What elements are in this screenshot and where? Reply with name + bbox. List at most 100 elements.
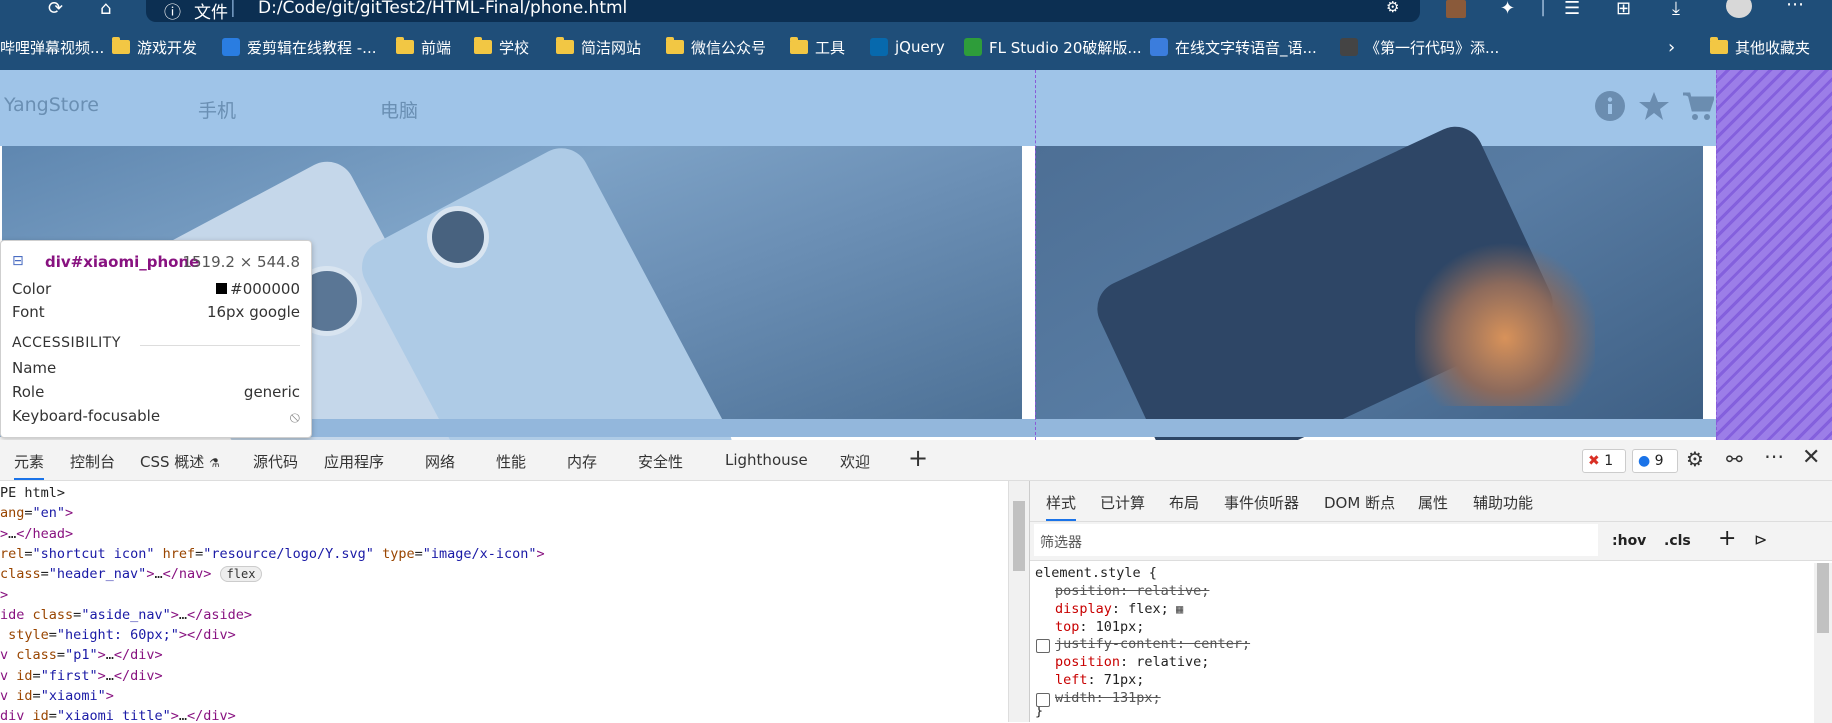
- close-devtools-icon[interactable]: ✕: [1802, 445, 1820, 470]
- css-property: position: [1055, 654, 1121, 671]
- hov-toggle[interactable]: :hov: [1612, 533, 1646, 549]
- flex-editor-icon[interactable]: ▦: [1169, 602, 1183, 616]
- bookmark-label: 《第一行代码》添...: [1365, 38, 1500, 57]
- css-declaration[interactable]: left: 71px;: [1055, 672, 1144, 688]
- filter-input[interactable]: 筛选器: [1034, 524, 1598, 556]
- bookmark-label: 学校: [499, 38, 530, 57]
- folder-icon: [556, 37, 574, 54]
- message-count-badge[interactable]: ● 9: [1632, 449, 1678, 473]
- new-rule-icon[interactable]: +: [1718, 526, 1736, 551]
- tab-welcome[interactable]: 欢迎: [840, 451, 870, 472]
- css-value: : relative;: [1120, 583, 1210, 599]
- other-bookmarks[interactable]: 其他收藏夹: [1710, 36, 1810, 58]
- bookmark-item[interactable]: FL Studio 20破解版...: [964, 36, 1142, 58]
- bookmark-item[interactable]: 工具: [790, 36, 845, 58]
- tab-console[interactable]: 控制台: [70, 451, 115, 472]
- info-icon[interactable]: ⓘ: [164, 0, 181, 23]
- info-icon[interactable]: [1594, 90, 1626, 122]
- rule-checkbox[interactable]: [1036, 639, 1050, 654]
- tab-properties[interactable]: 属性: [1418, 492, 1448, 513]
- nav-item-phone[interactable]: 手机: [198, 96, 236, 123]
- error-count-badge[interactable]: ✖ 1: [1582, 449, 1626, 473]
- tab-network[interactable]: 网络: [425, 451, 455, 472]
- rule-checkbox[interactable]: [1036, 692, 1050, 707]
- address-url[interactable]: D:/Code/git/gitTest2/HTML-Final/phone.ht…: [258, 0, 627, 18]
- tab-security[interactable]: 安全性: [638, 451, 683, 472]
- dom-node-line[interactable]: ide class="aside_nav">…</aside>: [0, 607, 252, 627]
- css-declaration[interactable]: width: 131px;: [1055, 690, 1161, 706]
- cart-icon[interactable]: [1682, 90, 1716, 122]
- dom-node-line[interactable]: >: [0, 587, 8, 607]
- tab-layout[interactable]: 布局: [1169, 492, 1199, 513]
- bookmark-item[interactable]: 微信公众号: [666, 36, 766, 58]
- nav-item-computer[interactable]: 电脑: [380, 96, 418, 123]
- brand-logo[interactable]: YangStore: [4, 94, 99, 116]
- tab-computed[interactable]: 已计算: [1100, 492, 1145, 513]
- bookmark-item[interactable]: 前端: [396, 36, 451, 58]
- dom-node-line[interactable]: >…</head>: [0, 526, 73, 546]
- bookmark-item[interactable]: 简洁网站: [556, 36, 641, 58]
- tab-css-overview[interactable]: CSS 概述 ⚗: [140, 451, 220, 472]
- folder-icon: [666, 37, 684, 54]
- more-icon[interactable]: ⋯: [1786, 0, 1804, 14]
- profile-avatar-icon[interactable]: [1726, 0, 1752, 18]
- bookmark-item[interactable]: 哔哩弹幕视频...: [0, 36, 104, 58]
- styles-scrollbar[interactable]: [1814, 563, 1832, 723]
- tab-event-listeners[interactable]: 事件侦听器: [1224, 492, 1299, 513]
- css-declaration[interactable]: position: relative;: [1055, 583, 1209, 599]
- tab-sources[interactable]: 源代码: [253, 451, 298, 472]
- dom-node-line[interactable]: style="height: 60px;"></div>: [0, 627, 236, 647]
- dom-node-line[interactable]: v class="p1">…</div>: [0, 647, 163, 667]
- dom-node-line[interactable]: class="header_nav">…</nav> flex: [0, 566, 263, 586]
- tab-application[interactable]: 应用程序: [324, 451, 384, 472]
- bookmark-item[interactable]: 学校: [474, 36, 529, 58]
- tab-styles[interactable]: 样式: [1046, 492, 1077, 521]
- more-options-icon[interactable]: ⋯: [1764, 444, 1784, 468]
- star-icon[interactable]: [1638, 90, 1670, 122]
- css-declaration[interactable]: position: relative;: [1055, 654, 1209, 670]
- toggle-sidebar-icon[interactable]: ⊳: [1754, 530, 1767, 549]
- tab-dom-breakpoints[interactable]: DOM 断点: [1324, 492, 1395, 513]
- tab-accessibility[interactable]: 辅助功能: [1473, 492, 1533, 513]
- dom-node-line[interactable]: v id="first">…</div>: [0, 668, 163, 688]
- tab-elements[interactable]: 元素: [14, 451, 45, 480]
- elements-scrollbar[interactable]: [1008, 481, 1029, 722]
- site-settings-icon[interactable]: ⚙: [1386, 0, 1399, 16]
- dom-node-line[interactable]: PE html>: [0, 485, 65, 505]
- bookmark-item[interactable]: jQuery: [870, 36, 945, 58]
- bookmark-item[interactable]: 游戏开发: [112, 36, 197, 58]
- extension-avatar-icon[interactable]: [1446, 0, 1466, 18]
- cls-toggle[interactable]: .cls: [1664, 533, 1691, 549]
- settings-gear-icon[interactable]: ⚙: [1686, 447, 1704, 471]
- bookmarks-overflow-icon[interactable]: ›: [1668, 36, 1675, 58]
- downloads-icon[interactable]: ⤓: [1672, 0, 1680, 18]
- refresh-icon[interactable]: ⟳: [48, 0, 63, 18]
- dom-node-line[interactable]: ang="en">: [0, 505, 73, 525]
- tab-performance[interactable]: 性能: [496, 451, 526, 472]
- tab-lighthouse[interactable]: Lighthouse: [725, 451, 808, 469]
- address-bar[interactable]: ⓘ 文件 | D:/Code/git/gitTest2/HTML-Final/p…: [146, 0, 1420, 23]
- add-tab-icon[interactable]: +: [908, 444, 928, 472]
- bookmark-item[interactable]: 《第一行代码》添...: [1340, 36, 1499, 58]
- css-declaration[interactable]: top: 101px;: [1055, 619, 1144, 635]
- collections-icon[interactable]: ⊞: [1616, 0, 1631, 18]
- dom-node-line[interactable]: rel="shortcut icon" href="resource/logo/…: [0, 546, 545, 566]
- scrollbar-thumb[interactable]: [1817, 563, 1829, 633]
- dom-node-line[interactable]: v id="xiaomi">: [0, 688, 114, 708]
- extensions-icon[interactable]: ✦: [1500, 0, 1515, 18]
- tooltip-focus-label: Keyboard-focusable: [12, 407, 161, 425]
- css-declaration[interactable]: justify-content: center;: [1055, 636, 1250, 652]
- scrollbar-thumb[interactable]: [1013, 501, 1025, 571]
- customize-icon[interactable]: ⚯: [1726, 447, 1743, 471]
- color-text: #000000: [230, 280, 300, 298]
- favorites-icon[interactable]: ☰: [1564, 0, 1580, 18]
- tab-memory[interactable]: 内存: [567, 451, 597, 472]
- bookmark-item[interactable]: 爱剪辑在线教程 -...: [222, 36, 377, 58]
- bookmark-item[interactable]: 在线文字转语音_语...: [1150, 36, 1317, 58]
- css-declaration[interactable]: display: flex; ▦: [1055, 601, 1183, 617]
- dom-node-line[interactable]: div id="xiaomi_title">…</div>: [0, 708, 236, 722]
- elements-tree[interactable]: PE html> ang="en"> >…</head> rel="shortcut …: [0, 481, 1008, 722]
- css-value: : relative;: [1120, 654, 1210, 671]
- home-icon[interactable]: ⌂: [100, 0, 111, 18]
- bookmark-label: 哔哩弹幕视频...: [0, 38, 105, 57]
